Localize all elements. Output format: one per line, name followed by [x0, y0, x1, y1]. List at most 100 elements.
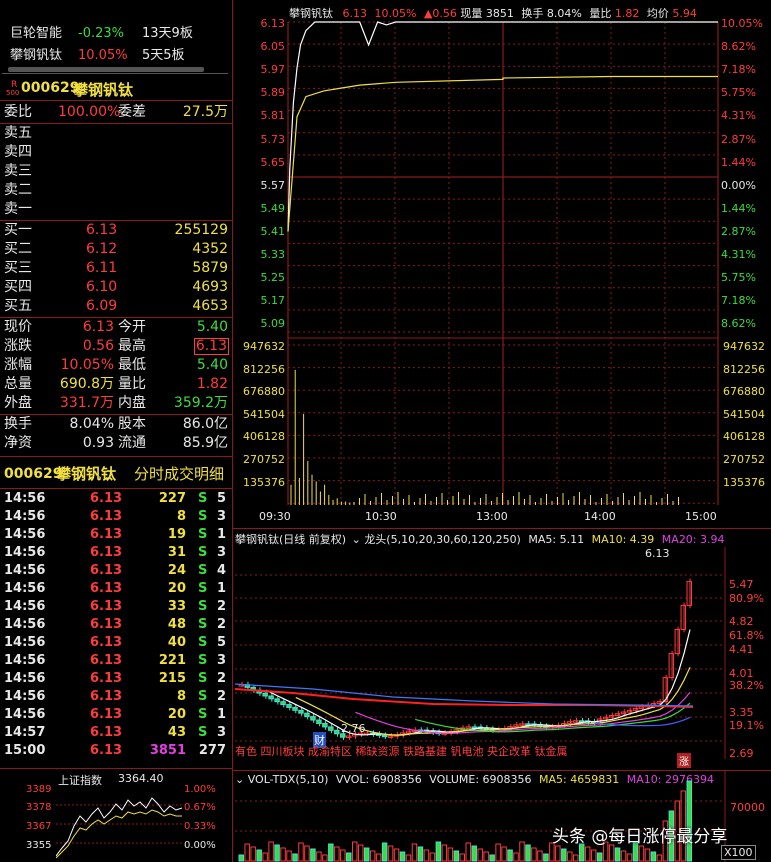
ask-row[interactable]: 卖三 — [0, 162, 232, 181]
tick-time: 14:56 — [4, 689, 46, 704]
vol-axis-label-right: 135376 — [723, 475, 765, 489]
index-axis-right: 0.00% — [184, 840, 216, 851]
tick-row[interactable]: 15:00 6.13 3851 277 — [0, 742, 232, 760]
ticks-header[interactable]: 000629 攀钢钒钛 分时成交明细 — [0, 463, 232, 485]
tick-count: 277 — [198, 743, 226, 758]
stat-label: 内盘 — [118, 395, 146, 411]
pct-axis-label: 4.31% — [721, 109, 756, 123]
watch-row-2[interactable]: 攀钢钒钛 10.05% 5天5板 — [10, 46, 230, 66]
watch-row-1[interactable]: 巨轮智能 -0.23% 13天9板 — [10, 24, 230, 44]
stat-value: 690.8万 — [59, 376, 114, 392]
vol-axis-label: 270752 — [243, 453, 285, 466]
index-mini-chart[interactable]: 上证指数 3364.40 3389 3378 3367 3355 1.00% 0… — [0, 770, 232, 862]
tick-row[interactable]: 14:56 6.13 19 S 1 — [0, 526, 232, 544]
volume-pane[interactable]: ⌄ VOL-TDX(5,10) VVOL: 6908356 VOLUME: 69… — [233, 771, 771, 862]
watchlist-scrollbar[interactable] — [8, 67, 204, 72]
tick-price: 6.13 — [90, 581, 123, 596]
stat-value: 10.05% — [60, 357, 114, 373]
volume-bar — [513, 852, 519, 862]
candle-body — [680, 604, 687, 631]
tick-count: 5 — [216, 491, 226, 506]
stat-label: 现价 — [4, 319, 32, 335]
bid-volume: 255129 — [174, 222, 228, 238]
tick-row[interactable]: 14:56 6.13 40 S 5 — [0, 634, 232, 652]
volume-bar — [399, 851, 406, 862]
volume-bar — [238, 854, 244, 862]
index-axis-right: 0.67% — [184, 802, 216, 813]
tick-row[interactable]: 14:56 6.13 8 S 3 — [0, 508, 232, 526]
pct-axis-label: 5.75% — [721, 86, 756, 100]
tick-row[interactable]: 14:56 6.13 24 S 4 — [0, 562, 232, 580]
candle-body — [304, 712, 310, 718]
stat-label: 净资 — [4, 435, 32, 451]
volume-bar — [363, 847, 370, 862]
candle-body — [686, 580, 692, 606]
tick-time: 14:56 — [4, 671, 46, 686]
tick-row[interactable]: 14:57 6.13 43 S 3 — [0, 724, 232, 742]
tick-volume: 8 — [176, 689, 186, 704]
candle-body — [298, 709, 304, 714]
volume-bar — [262, 852, 268, 862]
tick-time: 14:56 — [4, 617, 46, 632]
tick-row[interactable]: 14:56 6.13 20 S 1 — [0, 580, 232, 598]
tick-row[interactable]: 14:56 6.13 33 S 2 — [0, 598, 232, 616]
volume-bar — [322, 854, 328, 862]
bid-row[interactable]: 买四 6.10 4693 — [0, 278, 232, 297]
index-mini-lines — [56, 797, 182, 859]
tick-side: S — [198, 509, 208, 524]
stat-label: 今开 — [118, 319, 146, 335]
stock-name: 攀钢钒钛 — [73, 81, 134, 99]
vol-axis-label-right: 812256 — [723, 362, 765, 376]
volume-bar — [567, 851, 573, 862]
bid-row[interactable]: 买三 6.11 5879 — [0, 259, 232, 278]
vol-axis-label: 676880 — [243, 385, 285, 399]
stat-label: 最高 — [118, 338, 146, 354]
tick-row[interactable]: 14:56 6.13 48 S 2 — [0, 616, 232, 634]
intraday-chart[interactable]: 攀钢钒钛 6.13 10.05% ▲0.56 现量 3851 换手 8.04% … — [233, 0, 771, 528]
volume-bar — [393, 848, 400, 862]
ask-row[interactable]: 卖四 — [0, 143, 232, 162]
tick-volume: 24 — [167, 563, 186, 578]
tick-row[interactable]: 14:56 6.13 20 S 1 — [0, 706, 232, 724]
tick-row[interactable]: 14:56 6.13 221 S 3 — [0, 652, 232, 670]
zhang-badge[interactable]: 涨 — [677, 753, 691, 768]
volume-bar — [417, 846, 424, 862]
candle-body — [674, 629, 681, 655]
tick-row[interactable]: 14:56 6.13 227 S 5 — [0, 490, 232, 508]
ask-row[interactable]: 卖五 — [0, 124, 232, 143]
tick-side: S — [198, 581, 208, 596]
tick-row[interactable]: 14:56 6.13 31 S 3 — [0, 544, 232, 562]
kline-chart[interactable]: 攀钢钒钛(日线 前复权) ⌄ 龙头(5,10,20,30,60,120,250)… — [233, 529, 771, 770]
ask-label: 卖三 — [4, 163, 32, 179]
volume-bar — [411, 843, 418, 862]
time-axis-label: 10:30 — [365, 510, 397, 523]
bid-row[interactable]: 买一 6.13 255129 — [0, 221, 232, 240]
quote-row: 涨幅 10.05% 最低 5.40 — [0, 356, 232, 375]
volume-plot — [235, 771, 726, 862]
volume-bar — [650, 851, 657, 862]
ask-row[interactable]: 卖一 — [0, 200, 232, 219]
tick-side: S — [198, 635, 208, 650]
ask-row[interactable]: 卖二 — [0, 181, 232, 200]
kline-axis-label: 61.8% — [729, 629, 764, 642]
tick-row[interactable]: 14:56 6.13 215 S 2 — [0, 670, 232, 688]
index-axis-left: 3378 — [26, 802, 52, 813]
price-axis-label: 6.13 — [260, 17, 286, 30]
volume-bar — [405, 854, 412, 862]
watch-name: 攀钢钒钛 — [10, 48, 63, 63]
fund-row: 换手 8.04% 股本 86.0亿 — [0, 415, 232, 434]
stock-header: R 500 000629 攀钢钒钛 — [0, 78, 232, 100]
index-axis-left: 3367 — [26, 821, 52, 832]
bid-row[interactable]: 买五 6.09 4653 — [0, 297, 232, 316]
volume-bar — [447, 847, 454, 862]
tick-side: S — [198, 563, 208, 578]
tick-time: 14:56 — [4, 527, 46, 542]
tick-volume: 48 — [167, 617, 186, 632]
time-axis-label: 15:00 — [685, 510, 717, 523]
tick-row[interactable]: 14:56 6.13 8 S 2 — [0, 688, 232, 706]
volume-bar — [489, 854, 495, 862]
tick-side: S — [198, 671, 208, 686]
bid-price: 6.12 — [86, 241, 118, 257]
volume-bar — [656, 854, 663, 862]
bid-row[interactable]: 买二 6.12 4352 — [0, 240, 232, 259]
